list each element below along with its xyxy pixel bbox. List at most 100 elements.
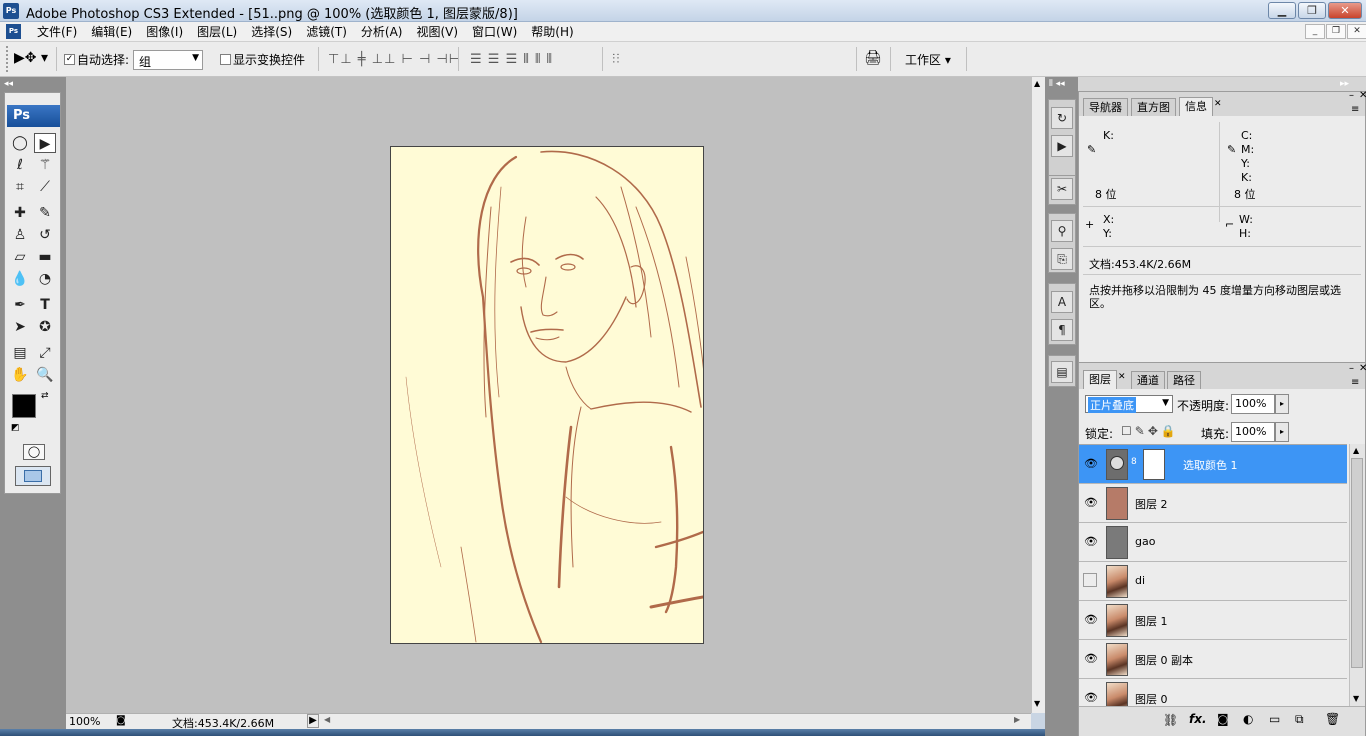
layer-row[interactable]: di bbox=[1079, 562, 1347, 601]
healing-brush-icon[interactable]: ✚ bbox=[9, 203, 31, 223]
swap-colors-icon[interactable]: ⇄ bbox=[41, 391, 49, 401]
layer-row[interactable]: 👁 图层 1 bbox=[1079, 601, 1347, 640]
default-colors-icon[interactable]: ◩ bbox=[11, 423, 20, 433]
notes-tool-icon[interactable]: ▤ bbox=[9, 343, 31, 363]
hscroll-right-icon[interactable]: ▶ bbox=[1014, 715, 1020, 724]
dock-collapse-icon[interactable]: ▸▸ bbox=[1340, 79, 1349, 89]
scroll-down-icon[interactable]: ▼ bbox=[1034, 699, 1040, 708]
panel-minimize-icon[interactable]: – bbox=[1349, 90, 1354, 101]
layer-row[interactable]: 👁 图层 2 bbox=[1079, 484, 1347, 523]
eye-icon[interactable]: 👁 bbox=[1083, 612, 1099, 628]
eye-icon[interactable]: 👁 bbox=[1083, 534, 1099, 550]
tab-layers-2[interactable]: 路径 bbox=[1167, 371, 1201, 389]
layer-mask-thumbnail[interactable] bbox=[1143, 449, 1165, 480]
document-icon[interactable]: Ps bbox=[6, 24, 21, 39]
layers-scrollbar[interactable]: ▲ ▼ bbox=[1349, 444, 1365, 706]
status-preview-icon[interactable]: ◙ bbox=[116, 715, 126, 726]
paragraph-panel-icon[interactable]: ¶ bbox=[1051, 319, 1073, 341]
menu-item[interactable]: 分析(A) bbox=[354, 24, 410, 40]
eyedropper-tool-icon[interactable]: ⤢ bbox=[34, 343, 56, 363]
tab-close-icon[interactable]: ✕ bbox=[1118, 372, 1126, 382]
hscroll-left-icon[interactable]: ◀ bbox=[324, 715, 330, 724]
link-icon[interactable]: ⛓ bbox=[1163, 713, 1178, 727]
menu-item[interactable]: 滤镜(T) bbox=[299, 24, 354, 40]
restore-icon[interactable]: ❐ bbox=[1298, 2, 1326, 19]
zoom-level[interactable]: 100% bbox=[69, 715, 100, 728]
tab-info-2[interactable]: 信息 bbox=[1179, 97, 1213, 116]
eraser-tool-icon[interactable]: ▱ bbox=[9, 247, 31, 267]
hand-tool-icon[interactable]: ✋ bbox=[9, 365, 31, 385]
show-transform-checkbox[interactable] bbox=[220, 54, 231, 65]
lock-icons[interactable]: ☐✎✥🔒 bbox=[1121, 424, 1179, 438]
eye-icon[interactable]: 👁 bbox=[1083, 651, 1099, 667]
lasso-tool-icon[interactable]: ℓ bbox=[9, 155, 31, 175]
history-panel-icon[interactable]: ↻ bbox=[1051, 107, 1073, 129]
distribute-icons[interactable]: ☰ ☰ ☰ ⫴ ⫴ ⫴ bbox=[470, 52, 553, 67]
status-menu-arrow-icon[interactable]: ▶ bbox=[307, 714, 319, 728]
expand-dock-icon[interactable]: ⫴ ◂◂ bbox=[1049, 79, 1065, 89]
dodge-tool-icon[interactable]: ◔ bbox=[34, 269, 56, 289]
menu-item[interactable]: 选择(S) bbox=[244, 24, 299, 40]
minimize-icon[interactable]: ▁ bbox=[1268, 2, 1296, 19]
auto-select-dropdown[interactable]: 组 ▼ bbox=[133, 50, 203, 70]
doc-close-icon[interactable]: ✕ bbox=[1347, 24, 1366, 39]
menu-item[interactable]: 图像(I) bbox=[139, 24, 190, 40]
crop-tool-icon[interactable]: ⌗ bbox=[9, 177, 31, 197]
doc-restore-icon[interactable]: ❐ bbox=[1326, 24, 1346, 39]
zoom-tool-icon[interactable]: 🔍 bbox=[34, 365, 56, 385]
eye-icon[interactable]: 👁 bbox=[1083, 690, 1099, 706]
align-icons[interactable]: ⊤⊥ ╪ ⊥⊥ ⊢ ⊣ ⊣⊢ bbox=[328, 52, 461, 67]
trash-icon[interactable]: 🗑 bbox=[1325, 712, 1340, 726]
fill-slider-icon[interactable]: ▸ bbox=[1275, 422, 1289, 442]
eye-icon[interactable]: 👁 bbox=[1083, 495, 1099, 511]
tool-presets-icon[interactable]: ✂ bbox=[1051, 178, 1073, 200]
opacity-slider-icon[interactable]: ▸ bbox=[1275, 394, 1289, 414]
menu-item[interactable]: 视图(V) bbox=[409, 24, 465, 40]
auto-align-icon[interactable]: ⫶⫶ bbox=[612, 52, 621, 67]
shape-tool-icon[interactable]: ✪ bbox=[34, 317, 56, 337]
panel-menu-icon[interactable]: ≡ bbox=[1351, 104, 1359, 115]
tab-info-0[interactable]: 导航器 bbox=[1083, 98, 1128, 116]
layers-close-icon[interactable]: ✕ bbox=[1359, 363, 1366, 374]
image-canvas[interactable] bbox=[390, 146, 704, 644]
mask-icon[interactable]: ◙ bbox=[1217, 712, 1229, 726]
menu-item[interactable]: 图层(L) bbox=[190, 24, 244, 40]
adjustment-icon[interactable]: ◐ bbox=[1243, 712, 1253, 726]
foreground-color-swatch[interactable] bbox=[12, 394, 36, 418]
tab-layers-0[interactable]: 图层 bbox=[1083, 370, 1117, 389]
vertical-scrollbar[interactable]: ▲ ▼ bbox=[1031, 77, 1045, 713]
slice-tool-icon[interactable]: ⟋ bbox=[34, 177, 56, 197]
layers-minimize-icon[interactable]: – bbox=[1349, 363, 1354, 374]
close-icon[interactable]: ✕ bbox=[1328, 2, 1362, 19]
tab-close-icon[interactable]: ✕ bbox=[1214, 99, 1222, 109]
tab-info-1[interactable]: 直方图 bbox=[1131, 98, 1176, 116]
opacity-input[interactable]: 100% bbox=[1231, 394, 1275, 414]
menu-item[interactable]: 文件(F) bbox=[30, 24, 84, 40]
layer-comps-icon[interactable]: ▤ bbox=[1051, 361, 1073, 383]
move-tool-icon[interactable]: ▶ bbox=[34, 133, 56, 153]
auto-select-checkbox[interactable]: ✓ bbox=[64, 54, 75, 65]
eye-icon[interactable]: 👁 bbox=[1083, 456, 1099, 472]
tab-layers-1[interactable]: 通道 bbox=[1131, 371, 1165, 389]
menu-item[interactable]: 窗口(W) bbox=[465, 24, 524, 40]
clone-stamp-icon[interactable]: ♙ bbox=[9, 225, 31, 245]
actions-panel-icon[interactable]: ▶ bbox=[1051, 135, 1073, 157]
layer-row[interactable]: 👁 图层 0 副本 bbox=[1079, 640, 1347, 679]
menu-item[interactable]: 编辑(E) bbox=[84, 24, 139, 40]
bridge-icon[interactable]: 🖨 bbox=[864, 50, 882, 66]
menu-item[interactable]: 帮助(H) bbox=[524, 24, 580, 40]
pen-tool-icon[interactable]: ✒ bbox=[9, 295, 31, 315]
layer-row[interactable]: 👁 gao bbox=[1079, 523, 1347, 562]
panel-close-icon[interactable]: ✕ bbox=[1359, 90, 1366, 101]
brushes-panel-icon[interactable]: ⚲ bbox=[1051, 220, 1073, 242]
layer-row[interactable]: 👁 图层 0 bbox=[1079, 679, 1347, 706]
layers-menu-icon[interactable]: ≡ bbox=[1351, 377, 1359, 388]
type-tool-icon[interactable]: T bbox=[34, 295, 56, 315]
mask-link-icon[interactable]: 8 bbox=[1131, 457, 1137, 467]
fx-icon[interactable]: fx. bbox=[1189, 712, 1207, 726]
history-brush-icon[interactable]: ↺ bbox=[34, 225, 56, 245]
collapse-icon[interactable]: ◂◂ bbox=[4, 79, 13, 89]
visibility-toggle[interactable] bbox=[1083, 573, 1097, 587]
character-panel-icon[interactable]: A bbox=[1051, 291, 1073, 313]
path-selection-icon[interactable]: ➤ bbox=[9, 317, 31, 337]
